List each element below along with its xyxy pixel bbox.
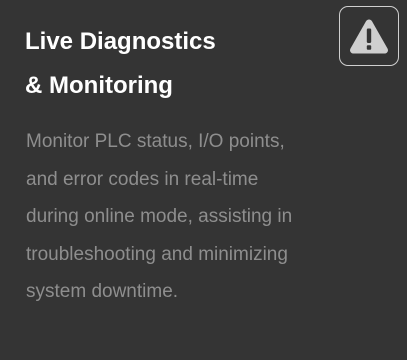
card-title: Live Diagnostics & Monitoring (25, 20, 325, 108)
warning-triangle-icon (350, 19, 388, 54)
description-line: during online mode, assisting in (26, 206, 293, 227)
feature-card: Live Diagnostics & Monitoring Monitor PL… (0, 0, 407, 360)
description-line: and error codes in real-time (26, 168, 259, 190)
card-title-line: & Monitoring (25, 72, 173, 99)
warning-badge (339, 6, 399, 66)
description-line: system downtime. (26, 281, 179, 302)
card-title-line: Live Diagnostics (25, 28, 216, 55)
description-line: Monitor PLC status, I/O points, (26, 131, 285, 152)
description-line: troubleshooting and minimizing (26, 243, 288, 265)
card-description: Monitor PLC status, I/O points, and erro… (26, 123, 386, 311)
